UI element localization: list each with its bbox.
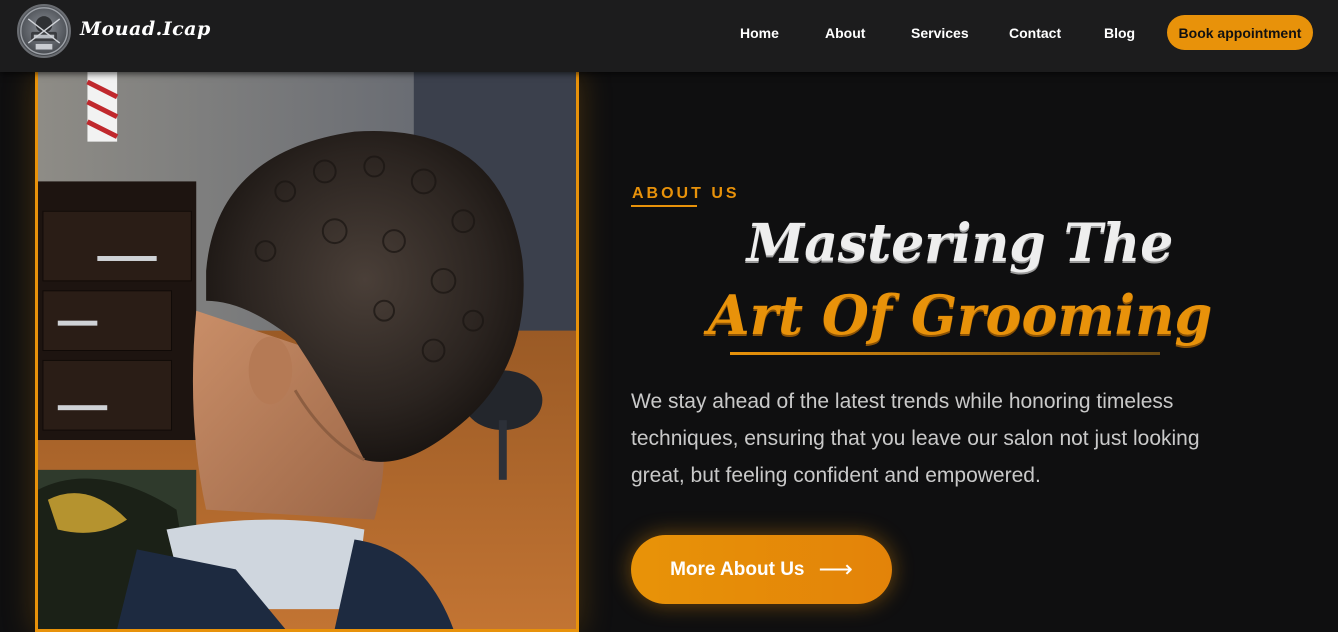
arrow-right-icon: ⟶ [818, 556, 853, 583]
about-description: We stay ahead of the latest trends while… [631, 390, 1200, 487]
headline-line2: Art Of Grooming [707, 283, 1213, 347]
headline-underline [730, 352, 1160, 355]
nav-services[interactable]: Services [911, 25, 969, 41]
eyebrow-underline [631, 205, 697, 207]
about-eyebrow: ABOUT US [632, 185, 740, 202]
book-appointment-button[interactable]: Book appointment [1167, 15, 1313, 50]
nav-blog[interactable]: Blog [1104, 25, 1135, 41]
site-header: Mouad.Icap Home About Services Contact B… [0, 0, 1338, 72]
brand-name[interactable]: Mouad.Icap [80, 18, 211, 40]
barber-logo-icon[interactable] [17, 4, 71, 58]
more-about-us-button[interactable]: More About Us ⟶ [631, 535, 892, 604]
haircut-photo [35, 72, 579, 632]
headline-line1: Mastering The [746, 213, 1174, 274]
nav-contact[interactable]: Contact [1009, 25, 1061, 41]
nav-home[interactable]: Home [740, 25, 779, 41]
nav-about[interactable]: About [825, 25, 865, 41]
cta-label: More About Us [670, 558, 805, 580]
